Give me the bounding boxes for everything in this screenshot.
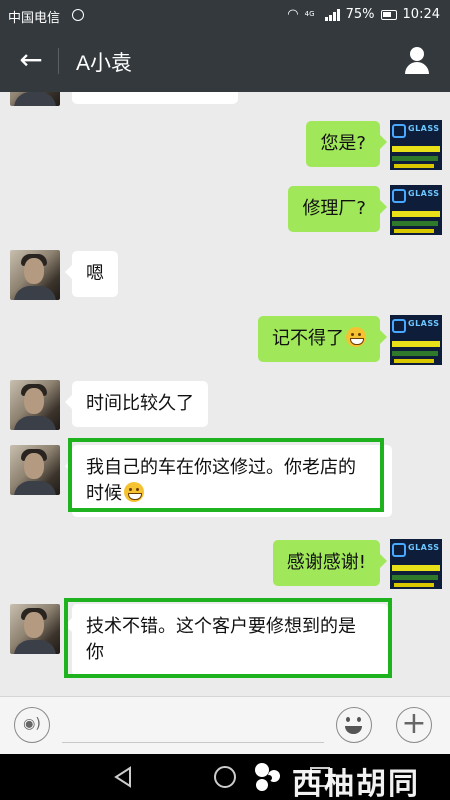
message-text: 记不得了 <box>272 328 344 349</box>
profile-icon <box>410 47 424 61</box>
nav-back-icon <box>114 766 131 788</box>
message-text: 您是? <box>320 133 366 154</box>
wifi-icon: ◠ <box>287 7 299 22</box>
header-divider <box>58 48 59 74</box>
message-text-line2: 你 <box>86 642 104 663</box>
message-bubble[interactable]: 时间比较久了 <box>65 381 208 427</box>
status-right-group: ◠ 4G 75% 10:24 <box>287 7 440 22</box>
message-text-line1: 我自己的车在你这修过。你老店的 <box>86 457 356 478</box>
battery-icon <box>380 9 397 20</box>
voice-icon: ◉) <box>23 716 41 732</box>
back-button[interactable]: ← <box>14 45 48 77</box>
message-bubble[interactable]: 技术不错。这个客户要修想到的是 你 <box>65 604 388 676</box>
message-bubble[interactable]: 嗯 <box>65 251 118 297</box>
message-text: 嗯 <box>86 263 104 284</box>
contact-avatar[interactable] <box>10 445 60 495</box>
grin-emoji-icon <box>124 482 144 502</box>
chat-info-button[interactable] <box>402 44 432 78</box>
contact-avatar[interactable] <box>10 380 60 430</box>
back-arrow-icon: ← <box>19 43 43 76</box>
carrier-name: 中国电信 <box>8 11 61 26</box>
message-bubble-cutoff[interactable] <box>72 92 238 104</box>
plus-icon: + <box>401 706 427 741</box>
clock-time: 10:24 <box>402 7 440 22</box>
message-text-line2-wrap: 时候 <box>86 481 378 507</box>
watermark: 西柚胡同 <box>248 756 448 800</box>
status-bar: 中国电信 ◠ 4G 75% 10:24 <box>0 0 450 30</box>
message-list[interactable]: GLASS 您是? GLASS 修理厂? 嗯 GLASS 记不得了 时间比较久了… <box>0 92 450 696</box>
message-text-line1: 技术不错。这个客户要修想到的是 <box>86 616 356 637</box>
chat-header: ← A小袁 <box>0 30 450 92</box>
message-bubble[interactable]: 感谢感谢! <box>272 540 388 586</box>
watermark-logo-icon <box>255 763 280 791</box>
message-text: 时间比较久了 <box>86 393 194 414</box>
nav-recent-button[interactable] <box>310 767 330 787</box>
voice-input-button[interactable]: ◉) <box>14 707 50 743</box>
message-text: 修理厂? <box>302 198 366 219</box>
contact-avatar[interactable] <box>10 604 60 654</box>
smirk-emoji-icon <box>346 327 366 347</box>
contact-avatar[interactable] <box>10 250 60 300</box>
message-bubble[interactable]: 我自己的车在你这修过。你老店的 时候 <box>65 445 392 517</box>
signal-icon <box>324 8 340 21</box>
message-text-line2: 时候 <box>86 483 122 504</box>
my-avatar[interactable]: GLASS <box>390 315 442 365</box>
my-avatar[interactable]: GLASS <box>390 539 442 589</box>
notification-icon <box>72 9 84 21</box>
nav-back-button[interactable] <box>112 765 136 789</box>
network-type-label: 4G <box>304 10 315 18</box>
nav-home-button[interactable] <box>214 766 236 788</box>
message-bubble[interactable]: 您是? <box>306 121 387 167</box>
more-options-button[interactable]: + <box>396 707 432 743</box>
system-nav-bar: 西柚胡同 <box>0 754 450 800</box>
message-bubble[interactable]: 记不得了 <box>258 316 387 362</box>
battery-percent: 75% <box>345 7 375 22</box>
profile-icon-body <box>405 62 429 74</box>
message-text: 感谢感谢! <box>286 552 366 573</box>
message-bubble[interactable]: 修理厂? <box>288 186 387 232</box>
contact-avatar[interactable] <box>10 92 60 106</box>
input-bar: ◉) + <box>0 696 450 754</box>
message-input[interactable] <box>62 709 324 743</box>
emoji-button[interactable] <box>336 707 372 743</box>
my-avatar[interactable]: GLASS <box>390 185 442 235</box>
my-avatar[interactable]: GLASS <box>390 120 442 170</box>
chat-title: A小袁 <box>76 52 133 75</box>
